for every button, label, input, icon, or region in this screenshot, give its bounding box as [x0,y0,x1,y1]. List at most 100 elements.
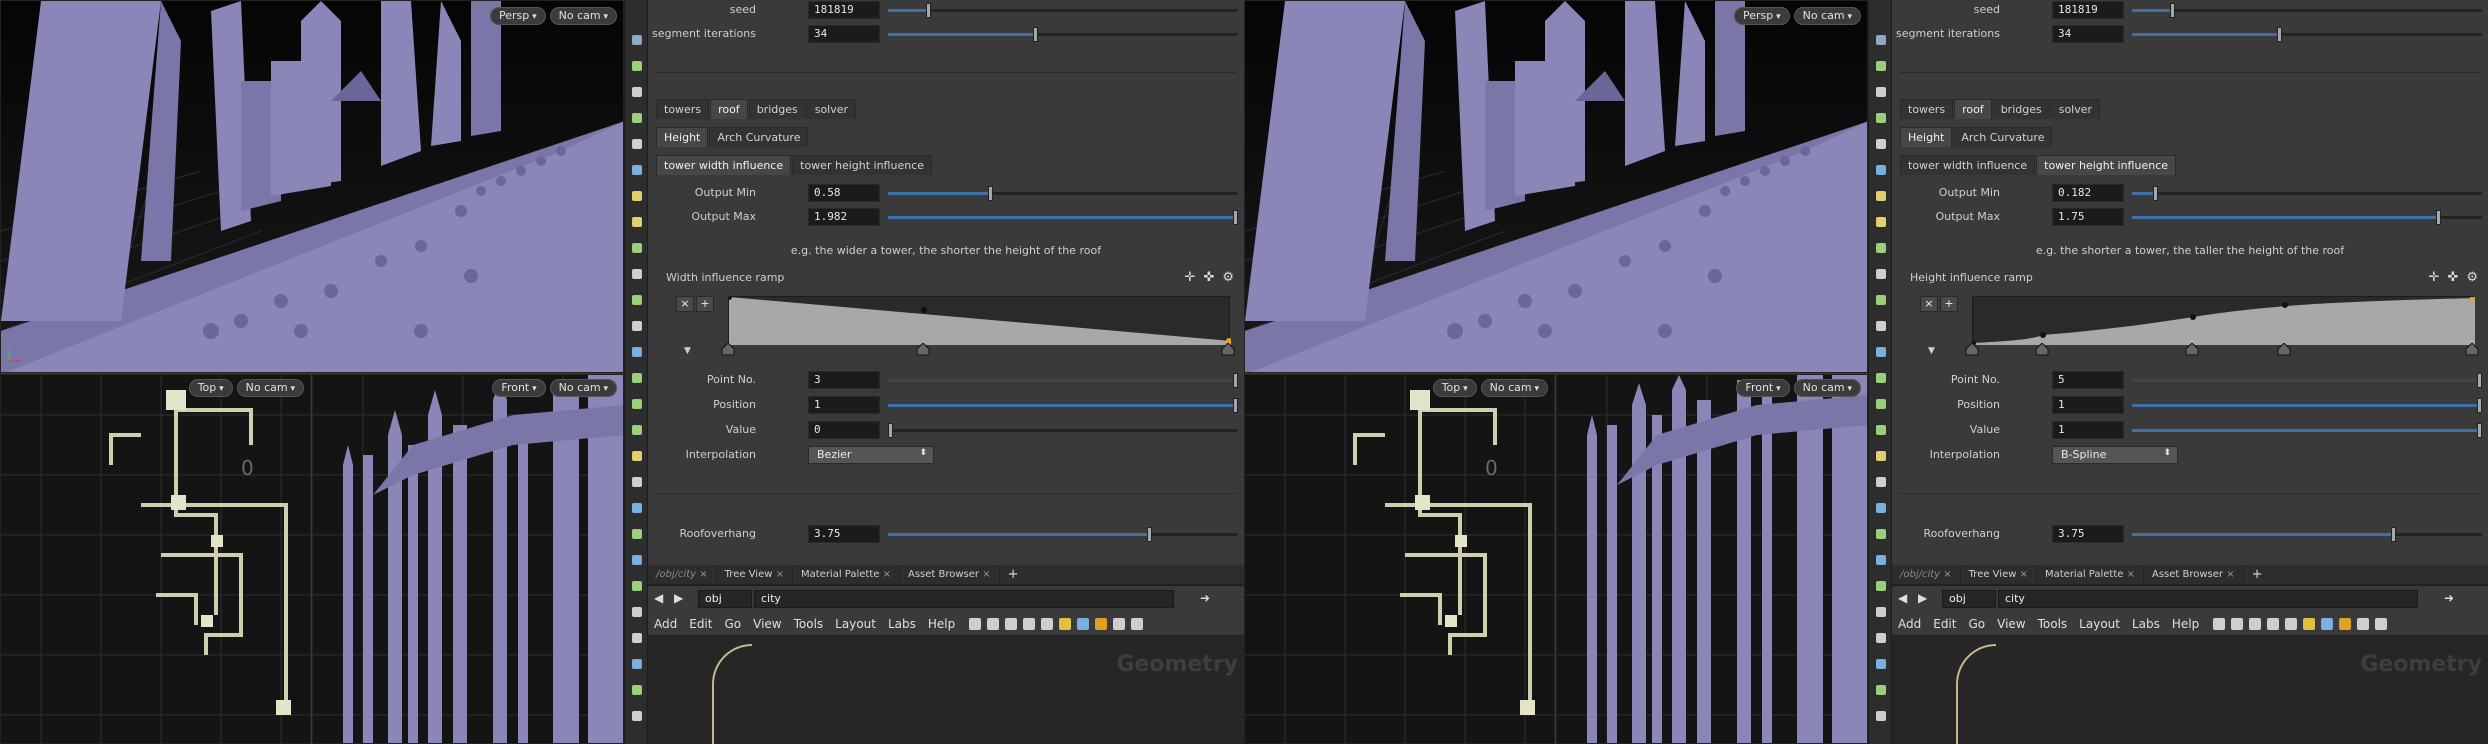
top-menu-button[interactable]: Top [1432,379,1477,397]
transform-icon[interactable] [1873,58,1889,74]
value-slider[interactable] [2132,423,2482,438]
lock-icon[interactable] [1873,84,1889,100]
edge-icon[interactable] [1873,344,1889,360]
tab-roof[interactable]: roof [1954,99,1992,119]
info-icon[interactable] [629,708,645,724]
frame-icon[interactable] [1131,617,1144,630]
camera-menu-button[interactable]: No cam [1793,7,1861,25]
tab-asset-browser[interactable]: Asset Browser [2144,564,2244,585]
clip-icon[interactable] [629,578,645,594]
ramp-keys[interactable] [1964,343,2484,357]
output-max-field[interactable]: 1.982 [808,208,880,226]
menu-help[interactable]: Help [922,617,961,631]
tab-tower-height-influence[interactable]: tower height influence [2036,155,2177,175]
ruler-icon[interactable] [1873,474,1889,490]
top-viewport[interactable]: 0 Top No cam [1244,374,1555,744]
value-field[interactable]: 0 [808,421,880,439]
sculpt-icon[interactable] [629,448,645,464]
transform-icon[interactable] [629,58,645,74]
point-no-slider[interactable] [888,373,1238,388]
top-menu-button[interactable]: Top [188,379,233,397]
seed-field[interactable]: 181819 [2052,1,2124,19]
grid-icon[interactable] [1873,240,1889,256]
grid-view-icon[interactable] [1023,617,1036,630]
tab-solver[interactable]: solver [2050,99,2101,119]
position-slider[interactable] [2132,398,2482,413]
roofoverhang-field[interactable]: 3.75 [808,525,880,543]
brush-icon[interactable] [1873,370,1889,386]
sculpt-icon[interactable] [1873,448,1889,464]
front-viewport[interactable]: Front No cam [312,374,624,744]
menu-edit[interactable]: Edit [683,617,718,631]
layout-icon[interactable] [1041,617,1054,630]
stereo-icon[interactable] [629,656,645,672]
zoom-icon[interactable] [1113,617,1126,630]
camera-menu-button[interactable]: No cam [549,7,617,25]
point-icon[interactable] [1873,318,1889,334]
clip-icon[interactable] [1873,578,1889,594]
ramp-move-icon[interactable]: ✛ [2429,270,2440,285]
tab-arch-curvature[interactable]: Arch Curvature [1953,127,2053,147]
front-viewport[interactable]: Front No cam [1556,374,1868,744]
tab-towers[interactable]: towers [656,99,710,119]
view-icon[interactable] [629,136,645,152]
menu-view[interactable]: View [747,617,787,631]
menu-go[interactable]: Go [718,617,747,631]
sticky-note-icon[interactable] [2303,617,2316,630]
display-icon[interactable] [1873,266,1889,282]
gear-icon[interactable]: ⚙ [1222,270,1234,285]
menu-add[interactable]: Add [1892,617,1927,631]
wire-icon[interactable] [629,500,645,516]
output-max-slider[interactable] [2132,210,2482,225]
add-tab-button[interactable]: + [1000,567,1027,582]
brush-icon[interactable] [629,370,645,386]
tab-bridges[interactable]: bridges [1992,99,2050,119]
menu-tools[interactable]: Tools [2032,617,2074,631]
frame-icon[interactable] [2375,617,2388,630]
roofoverhang-field[interactable]: 3.75 [2052,525,2124,543]
network-canvas[interactable]: Geometry [648,636,1244,744]
cube-icon[interactable] [1873,526,1889,542]
stereo-icon[interactable] [1873,656,1889,672]
shading-icon[interactable] [629,292,645,308]
snap-icon[interactable] [1873,110,1889,126]
segment-iterations-field[interactable]: 34 [2052,25,2124,43]
width-influence-ramp[interactable] [728,296,1231,345]
roofoverhang-slider[interactable] [2132,527,2482,542]
point-no-field[interactable]: 5 [2052,371,2124,389]
tab-height[interactable]: Height [1900,127,1953,147]
snap-icon[interactable] [629,110,645,126]
top-camera-button[interactable]: No cam [236,379,304,397]
zoom-icon[interactable] [2357,617,2370,630]
tab-solver[interactable]: solver [806,99,857,119]
persp-menu-button[interactable]: Persp [490,7,546,25]
output-min-slider[interactable] [2132,186,2482,201]
camera-icon[interactable] [629,214,645,230]
perspective-viewport[interactable]: Persp No cam [0,0,624,373]
view-icon[interactable] [1873,136,1889,152]
render-icon[interactable] [629,630,645,646]
grid-view-icon[interactable] [2267,617,2280,630]
forward-arrow-icon[interactable]: ▶ [674,591,688,605]
ramp-move-icon[interactable]: ✛ [1185,270,1196,285]
menu-go[interactable]: Go [1962,617,1991,631]
menu-edit[interactable]: Edit [1927,617,1962,631]
tab-roof[interactable]: roof [710,99,748,119]
front-camera-button[interactable]: No cam [1793,379,1861,397]
tab-tower-height-influence[interactable]: tower height influence [792,155,933,175]
front-camera-button[interactable]: No cam [549,379,617,397]
layout-icon[interactable] [2285,617,2298,630]
back-arrow-icon[interactable]: ◀ [1898,591,1912,605]
menu-labs[interactable]: Labs [2126,617,2166,631]
position-field[interactable]: 1 [2052,396,2124,414]
wire-icon[interactable] [1873,500,1889,516]
image-icon[interactable] [2321,617,2334,630]
tab-tree-view[interactable]: Tree View [1961,564,2037,585]
menu-labs[interactable]: Labs [882,617,922,631]
seed-field[interactable]: 181819 [808,1,880,19]
box-icon[interactable] [629,552,645,568]
point-no-field[interactable]: 3 [808,371,880,389]
ramp-delete-button[interactable]: × [1920,296,1938,312]
output-max-field[interactable]: 1.75 [2052,208,2124,226]
back-arrow-icon[interactable]: ◀ [654,591,668,605]
